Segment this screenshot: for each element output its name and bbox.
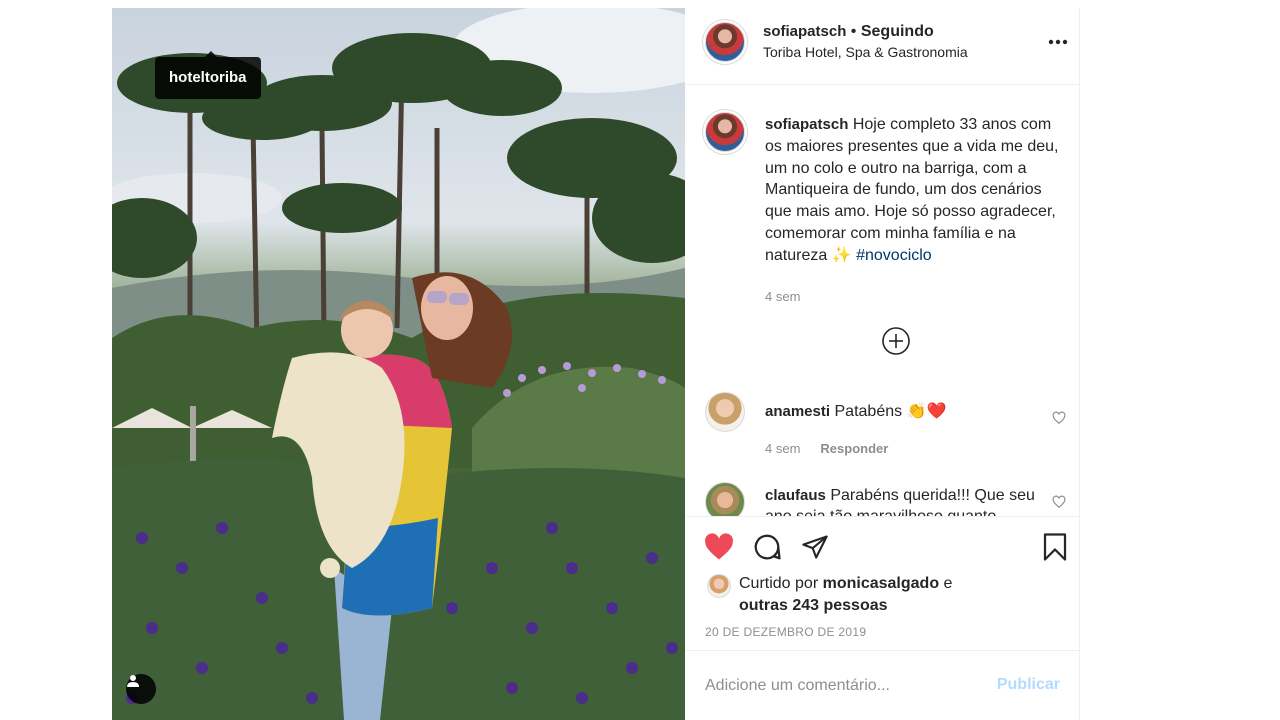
author-line: sofiapatsch • Seguindo (763, 23, 934, 41)
likes-count-link[interactable]: outras 243 pessoas (739, 597, 888, 614)
post-header: sofiapatsch • Seguindo Toriba Hotel, Spa… (685, 8, 1080, 85)
comment-item: anamesti Patabéns 👏❤️ (765, 401, 1055, 422)
comment-button[interactable] (751, 531, 783, 563)
comments-list[interactable]: sofiapatsch Hoje completo 33 anos com os… (685, 86, 1080, 516)
add-comment-bar: Publicar (685, 650, 1080, 720)
heart-outline-icon (1052, 411, 1066, 425)
caption-username[interactable]: sofiapatsch (765, 116, 848, 133)
post-photo[interactable]: hoteltoriba (112, 8, 685, 720)
post-actions: Curtido por monicasalgado e outras 243 p… (685, 516, 1080, 650)
liked-user-link[interactable]: monicasalgado (823, 575, 939, 592)
load-more-comments-button[interactable] (881, 326, 911, 356)
commenter-avatar[interactable] (705, 392, 745, 432)
share-button[interactable] (799, 531, 831, 563)
sparkles-emoji: ✨ (831, 246, 852, 264)
comment-meta: 4 sem Responder (765, 440, 888, 458)
author-username[interactable]: sofiapatsch (763, 23, 846, 40)
liker-avatar[interactable] (707, 574, 731, 598)
comment-time[interactable]: 4 sem (765, 441, 800, 456)
hashtag-link[interactable]: #novociclo (856, 247, 932, 264)
caption-author-avatar[interactable] (705, 112, 745, 152)
comment-text: Patabéns (834, 403, 903, 420)
comment-icon (754, 534, 781, 560)
caption-text: sofiapatsch Hoje completo 33 anos com os… (765, 114, 1065, 267)
save-button[interactable] (1039, 531, 1071, 563)
heart-outline-icon (1052, 495, 1066, 509)
comment-like-button[interactable] (1052, 495, 1066, 509)
title-separator: • (846, 23, 861, 40)
follow-status-button[interactable]: Seguindo (861, 23, 934, 40)
liked-connector: e (939, 575, 953, 592)
plus-circle-icon (882, 327, 910, 355)
post-details-panel: sofiapatsch • Seguindo Toriba Hotel, Spa… (685, 8, 1080, 720)
comment-username[interactable]: claufaus (765, 487, 826, 504)
publish-button[interactable]: Publicar (997, 676, 1060, 694)
user-icon (127, 675, 139, 687)
liked-prefix: Curtido por (739, 575, 819, 592)
bookmark-icon (1043, 533, 1067, 561)
comment-like-button[interactable] (1052, 411, 1066, 425)
caption-time[interactable]: 4 sem (765, 289, 800, 304)
comment-emoji: 👏❤️ (906, 403, 947, 420)
commenter-avatar[interactable] (705, 482, 745, 516)
comment-item: claufaus Parabéns querida!!! Que seu ano… (765, 485, 1055, 516)
author-avatar[interactable] (705, 22, 745, 62)
more-horizontal-icon (1048, 39, 1068, 45)
comment-username[interactable]: anamesti (765, 403, 830, 420)
heart-filled-icon (705, 533, 733, 560)
comment-input[interactable] (705, 671, 995, 701)
reply-button[interactable]: Responder (820, 441, 888, 456)
liked-by-text: Curtido por monicasalgado e outras 243 p… (739, 573, 952, 617)
user-tag-label[interactable]: hoteltoriba (155, 51, 261, 99)
location-link[interactable]: Toriba Hotel, Spa & Gastronomia (763, 44, 968, 60)
tagged-users-button[interactable] (126, 674, 156, 704)
photo-scene (112, 8, 685, 720)
more-options-button[interactable] (1048, 28, 1068, 51)
caption-body: Hoje completo 33 anos com os maiores pre… (765, 116, 1059, 264)
post-date[interactable]: 20 DE DEZEMBRO DE 2019 (705, 625, 866, 639)
paper-plane-icon (802, 535, 828, 559)
like-button[interactable] (703, 531, 735, 563)
